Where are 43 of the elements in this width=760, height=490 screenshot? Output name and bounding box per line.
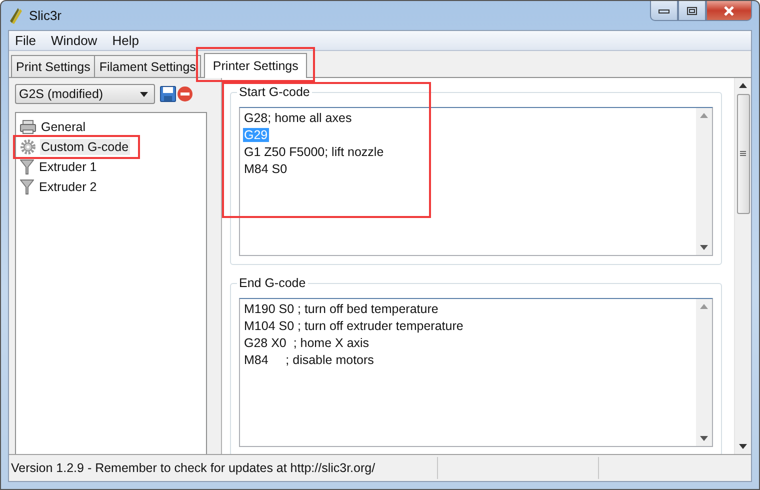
code-line: G28; home all axes (243, 111, 353, 125)
sidebar-item[interactable]: Extruder 2 (38, 179, 98, 195)
scroll-thumb[interactable] (736, 94, 750, 214)
delete-icon[interactable] (177, 86, 193, 102)
scroll-down-icon[interactable] (700, 245, 708, 250)
scroll-down-icon[interactable] (700, 436, 708, 441)
code-line: M84 S0 (243, 162, 288, 176)
close-icon (722, 4, 736, 16)
tab[interactable]: Filament Settings (94, 55, 201, 77)
tab[interactable]: Print Settings (11, 55, 96, 77)
scroll-down-icon[interactable] (739, 444, 747, 449)
close-button[interactable] (706, 1, 752, 21)
maximize-button[interactable] (678, 1, 706, 21)
code-line: M190 S0 ; turn off bed temperature (243, 302, 440, 316)
group-title: Start G-code (237, 85, 312, 99)
sidebar-item[interactable]: Extruder 1 (38, 159, 98, 175)
sidebar-item[interactable]: General (40, 119, 86, 135)
sidebar-item[interactable]: Custom G-code (40, 139, 130, 155)
minimize-button[interactable] (650, 1, 678, 21)
app-logo-icon (9, 8, 23, 24)
code-line: G1 Z50 F5000; lift nozzle (243, 145, 385, 159)
tab[interactable]: Printer Settings (204, 53, 308, 78)
printer-icon (20, 120, 36, 134)
funnel-icon (20, 159, 34, 175)
save-icon[interactable] (160, 86, 176, 102)
group-title: End G-code (237, 276, 308, 290)
caret-icon (140, 92, 148, 96)
scroll-up-icon[interactable] (739, 83, 747, 88)
preset-dropdown[interactable]: G2S (modified) (15, 84, 155, 104)
funnel-icon (20, 179, 34, 195)
window-title: Slic3r (29, 8, 62, 23)
minimize-icon (658, 8, 670, 14)
status-text: Version 1.2.9 - Remember to check for updates at http://slic3r.org/ (10, 461, 376, 475)
maximize-icon (686, 6, 698, 16)
code-line: M104 S0 ; turn off extruder temperature (243, 319, 464, 333)
code-editor[interactable]: G28; home all axes G29 G1 Z50 F5000; lift nozzle M84 S0 (239, 107, 713, 256)
menu-item[interactable]: Help (112, 33, 139, 48)
code-editor[interactable]: M190 S0 ; turn off bed temperature M104 S0 ; turn off extruder temperature G28 X0 ; home X axis M84 ; disable motors (239, 298, 713, 447)
menu-item[interactable]: Window (50, 33, 98, 48)
gear-icon (20, 139, 36, 155)
menu-item[interactable]: File (15, 33, 36, 48)
code-line: M84 ; disable motors (243, 353, 375, 367)
code-line: G28 X0 ; home X axis (243, 336, 370, 350)
